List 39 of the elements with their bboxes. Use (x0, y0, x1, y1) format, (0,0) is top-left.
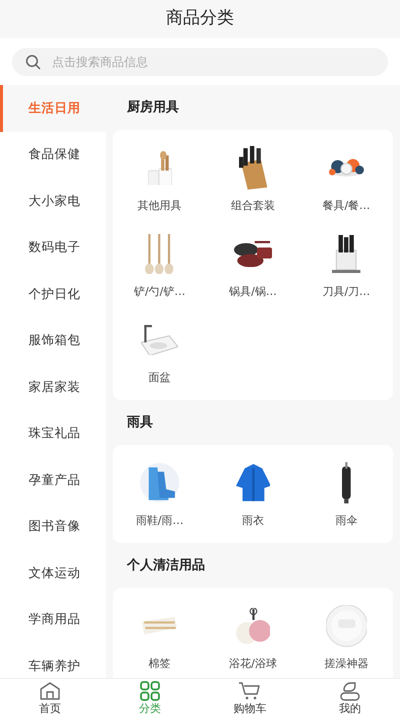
subcategory-link[interactable]: 面盆 (148, 370, 171, 386)
subcategory-link[interactable]: 雨鞋/雨… (136, 513, 184, 530)
category-item[interactable]: 个护日化 (0, 271, 106, 318)
grid-icon (139, 681, 161, 702)
cart-icon (238, 681, 262, 702)
category-item[interactable]: 学商用品 (0, 596, 106, 643)
tab-item[interactable]: 分类 (100, 679, 200, 720)
tab-item[interactable]: 首页 (0, 679, 100, 720)
tab-item[interactable]: 购物车 (200, 679, 300, 720)
category-item[interactable]: 大小家电 (0, 178, 106, 224)
tab-item[interactable]: 我的 (300, 679, 400, 720)
subcategory-link[interactable]: 雨伞 (335, 513, 358, 530)
subcategory-link[interactable]: 餐具/餐… (322, 198, 370, 214)
subcategory-link[interactable]: 雨衣 (242, 513, 264, 530)
category-item[interactable]: 家居家装 (0, 364, 106, 410)
category-item[interactable]: 服饰箱包 (0, 318, 106, 364)
category-item[interactable]: 图书音像 (0, 504, 106, 550)
subcategory-link[interactable]: 其他用具 (138, 198, 182, 214)
search-field[interactable]: 点击搜索商品信息 (12, 48, 388, 76)
subcategory-link[interactable]: 锅具/锅… (229, 284, 277, 300)
page-title: 商品分类 (166, 7, 234, 30)
category-item[interactable]: 食品保健 (0, 132, 106, 178)
category-item[interactable]: 车辆养护 (0, 643, 106, 678)
section-title: 厨房用具 (126, 98, 180, 117)
home-icon (39, 681, 61, 702)
section-title: 雨具 (126, 414, 154, 432)
search-icon (25, 54, 41, 70)
subcategory-link[interactable]: 刀具/刀… (322, 284, 370, 300)
user-icon (339, 681, 361, 702)
category-item[interactable]: 孕童产品 (0, 457, 106, 504)
subcategory-link[interactable]: 铲/勺/铲… (134, 284, 186, 300)
subcategory-link[interactable]: 浴花/浴球 (229, 656, 277, 672)
subcategory-link[interactable]: 组合套装 (230, 198, 275, 214)
category-item[interactable]: 数码电子 (0, 224, 106, 271)
category-item[interactable]: 珠宝礼品 (0, 410, 106, 457)
category-item[interactable]: 文体运动 (0, 550, 106, 596)
subcategory-link[interactable]: 棉签 (148, 656, 171, 672)
subcategory-link[interactable]: 搓澡神器 (324, 656, 368, 672)
section-title: 个人清洁用品 (126, 556, 206, 575)
